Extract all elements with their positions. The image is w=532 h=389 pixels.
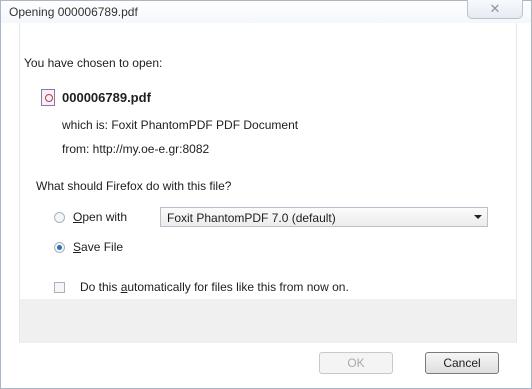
dropdown-arrow-icon xyxy=(474,215,482,219)
file-name: 000006789.pdf xyxy=(62,90,151,105)
save-file-radio[interactable] xyxy=(54,242,65,253)
dialog-window: Opening 000006789.pdf ✕ You have chosen … xyxy=(0,0,532,389)
auto-checkbox[interactable] xyxy=(54,282,65,293)
file-type: which is: Foxit PhantomPDF PDF Document xyxy=(62,118,299,132)
cancel-button[interactable]: Cancel xyxy=(425,352,499,374)
close-icon: ✕ xyxy=(489,1,501,16)
auto-checkbox-label[interactable]: Do this automatically for files like thi… xyxy=(80,280,349,294)
close-button[interactable]: ✕ xyxy=(467,0,523,19)
save-file-label[interactable]: Save File xyxy=(73,240,123,254)
ok-button-label: OK xyxy=(347,356,365,370)
window-title: Opening 000006789.pdf xyxy=(9,5,138,19)
file-source: from: http://my.oe-e.gr:8082 xyxy=(62,142,210,156)
open-with-label[interactable]: Open with xyxy=(73,210,127,224)
application-select-value: Foxit PhantomPDF 7.0 (default) xyxy=(167,211,336,225)
open-with-radio[interactable] xyxy=(54,212,65,223)
action-question: What should Firefox do with this file? xyxy=(36,179,232,193)
pdf-file-icon xyxy=(41,89,55,106)
button-bar xyxy=(20,299,516,343)
ok-button[interactable]: OK xyxy=(319,352,393,374)
intro-text: You have chosen to open: xyxy=(24,56,163,70)
title-bar[interactable]: Opening 000006789.pdf ✕ xyxy=(1,0,531,23)
cancel-button-label: Cancel xyxy=(443,356,481,370)
application-select[interactable]: Foxit PhantomPDF 7.0 (default) xyxy=(160,207,488,227)
